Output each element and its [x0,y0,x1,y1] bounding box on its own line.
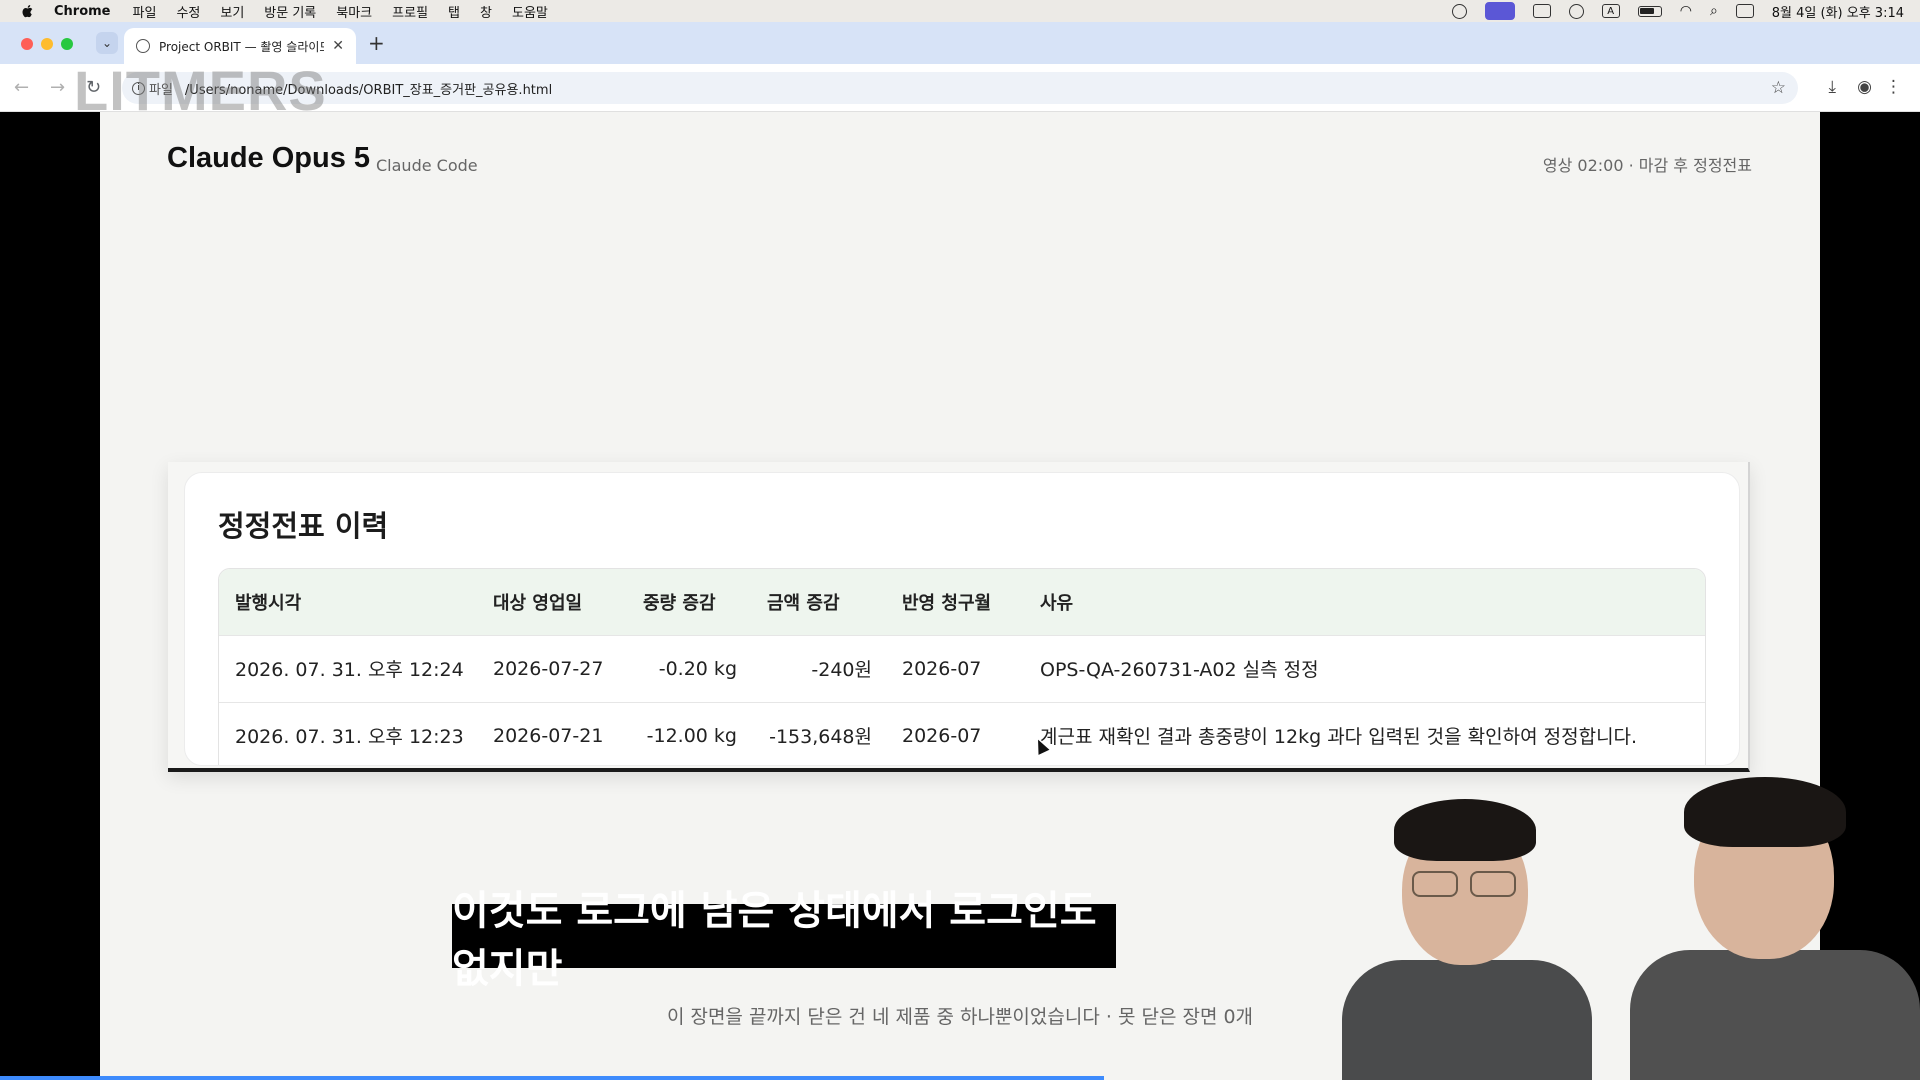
close-window-button[interactable] [21,38,33,50]
presenter-left [1342,785,1592,1080]
menu-profiles[interactable]: 프로필 [392,2,428,21]
brand-title: Claude Opus 5 [167,142,371,174]
control-center-icon[interactable] [1735,4,1754,18]
tab-title: Project ORBIT — 촬영 슬라이드 [159,39,325,54]
video-subtitle: 이것도 로그에 남은 상태에서 로그인도 없지만 [452,888,1116,992]
header-reason: 사유 [1040,592,1074,614]
presenter-video-overlay [1342,775,1920,1080]
presenter-right-hair [1684,777,1846,847]
menu-history[interactable]: 방문 기록 [264,2,316,21]
forward-arrow-icon[interactable]: → [50,77,65,98]
header-issued-at: 발행시각 [235,592,302,614]
menu-edit[interactable]: 수정 [176,2,200,21]
top-note: 영상 02:00 · 마감 후 정정전표 [1542,156,1752,175]
focus-icon[interactable] [1451,3,1467,19]
screen-share-icon[interactable] [1484,2,1515,20]
play-icon[interactable] [1568,3,1584,19]
menubar-clock[interactable]: 8월 4일 (화) 오후 3:14 [1772,2,1904,21]
zoom-window-button[interactable] [61,38,73,50]
status-menus: A ◠ ⌕ 8월 4일 (화) 오후 3:14 [1451,0,1904,22]
cell-business-day: 2026-07-21 [493,724,604,747]
header-billing-month: 반영 청구월 [902,592,992,614]
battery-icon[interactable] [1637,5,1662,17]
menu-bookmarks[interactable]: 북마크 [336,2,372,21]
active-tab[interactable]: Project ORBIT — 촬영 슬라이드 ✕ [124,28,356,64]
glasses-icon [1412,871,1458,897]
macos-menu-bar: Chrome 파일 수정 보기 방문 기록 북마크 프로필 탭 창 도움말 A … [0,0,1920,22]
menu-file[interactable]: 파일 [133,2,157,21]
header-weight-delta: 중량 증감 [643,592,716,614]
brand-subtitle: Claude Code [376,156,478,175]
tab-search-chevron-icon[interactable]: ⌄ [96,32,118,54]
cell-billing-month: 2026-07 [902,724,982,747]
cell-issued-at: 2026. 07. 31. 오후 12:23 [235,726,464,749]
tab-close-icon[interactable]: ✕ [332,38,344,54]
site-info-icon[interactable]: i [132,81,145,95]
bookmark-star-icon[interactable]: ☆ [1771,78,1786,98]
browser-toolbar: ← → ↻ i 파일 /Users/noname/Downloads/ORBIT… [0,64,1920,112]
cell-weight-delta: -12.00 kg [646,724,737,747]
cell-amount-delta: -153,648원 [769,726,872,749]
grid-icon[interactable] [1532,4,1551,18]
menu-view[interactable]: 보기 [220,2,244,21]
correction-table: 발행시각 대상 영업일 중량 증감 금액 증감 반영 청구월 사유 2026. … [218,568,1706,765]
app-name-menu[interactable]: Chrome [54,4,111,19]
glasses-icon [1470,871,1516,897]
header-amount-delta: 금액 증감 [767,592,840,614]
menu-window[interactable]: 창 [480,2,492,21]
apple-icon[interactable] [20,3,36,19]
presenter-right-body [1630,950,1920,1080]
back-arrow-icon[interactable]: ← [14,77,29,98]
cell-weight-delta: -0.20 kg [658,657,737,680]
card-frame: 정정전표 이력 발행시각 대상 영업일 중량 증감 금액 증감 반영 청구월 사… [168,462,1750,772]
menu-tab[interactable]: 탭 [448,2,460,21]
presenter-left-body [1342,960,1592,1080]
tab-strip: ⌄ Project ORBIT — 촬영 슬라이드 ✕ + [0,22,1920,64]
new-tab-plus-icon[interactable]: + [368,32,385,54]
cell-billing-month: 2026-07 [902,657,982,680]
presenter-right [1620,775,1920,1080]
input-source-icon[interactable]: A [1601,4,1620,18]
menu-help[interactable]: 도움말 [512,2,548,21]
video-progress-bar[interactable] [0,1076,1104,1080]
download-icon[interactable]: ⤓ [1828,77,1836,97]
minimize-window-button[interactable] [41,38,53,50]
card-title: 정정전표 이력 [218,509,389,543]
cell-reason: OPS-QA-260731-A02 실측 정정 [1040,659,1319,681]
cell-reason: 계근표 재확인 결과 총중량이 12kg 과다 입력된 것을 확인하여 정정합니… [1040,726,1638,749]
correction-history-card: 정정전표 이력 발행시각 대상 영업일 중량 증감 금액 증감 반영 청구월 사… [184,472,1740,766]
table-header-row: 발행시각 대상 영업일 중량 증감 금액 증감 반영 청구월 사유 [219,569,1705,635]
kebab-menu-icon[interactable]: ⋮ [1885,77,1902,97]
url-text[interactable]: /Users/noname/Downloads/ORBIT_장표_증거판_공유용… [185,79,552,98]
url-scheme-label: 파일 [149,82,173,98]
header-business-day: 대상 영업일 [493,592,583,614]
table-row: 2026. 07. 31. 오후 12:23 2026-07-21 -12.00… [219,702,1705,765]
cell-business-day: 2026-07-27 [493,657,604,680]
cell-amount-delta: -240원 [811,659,872,681]
presenter-left-hair [1394,799,1536,861]
wifi-icon[interactable]: ◠ [1680,3,1692,19]
address-bar[interactable]: i 파일 /Users/noname/Downloads/ORBIT_장표_증거… [122,72,1798,104]
table-row: 2026. 07. 31. 오후 12:24 2026-07-27 -0.20 … [219,635,1705,702]
globe-icon [136,39,150,53]
spotlight-search-icon[interactable]: ⌕ [1710,3,1718,19]
profile-icon[interactable]: ◉ [1857,77,1872,97]
reload-icon[interactable]: ↻ [86,77,101,98]
cell-issued-at: 2026. 07. 31. 오후 12:24 [235,659,464,681]
